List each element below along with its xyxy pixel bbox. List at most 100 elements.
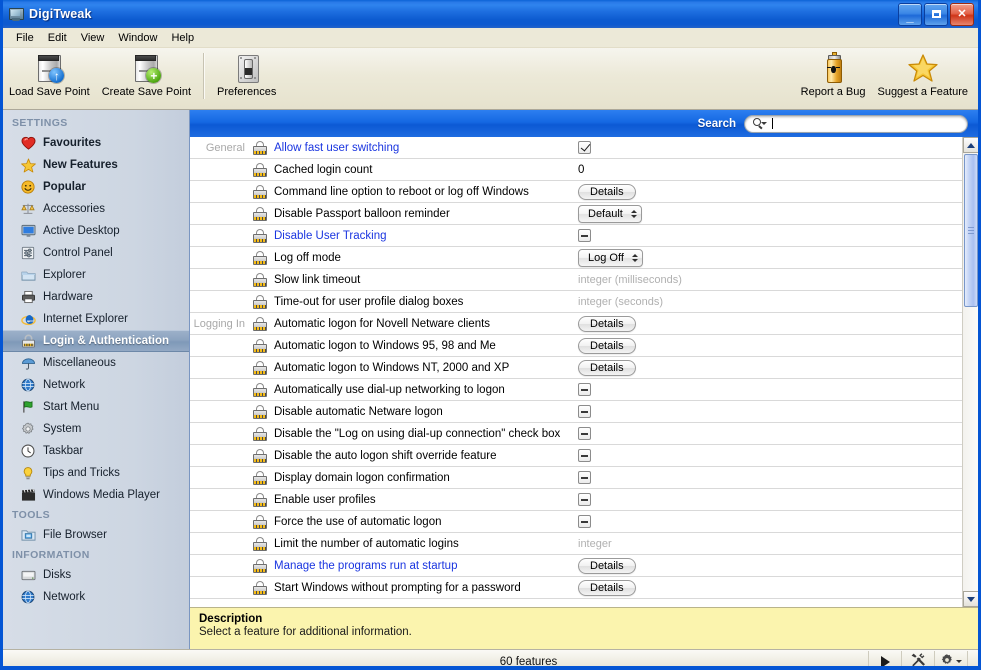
suggest-a-feature-button[interactable]: Suggest a Feature xyxy=(871,51,974,98)
row-feature-name[interactable]: Disable Passport balloon reminder xyxy=(274,208,578,220)
row-feature-name[interactable]: Display domain logon confirmation xyxy=(274,472,578,484)
table-row[interactable]: Limit the number of automatic logins inte… xyxy=(190,533,962,555)
sidebar-item-tips-and-tricks[interactable]: Tips and Tricks xyxy=(3,462,189,484)
table-row[interactable]: Time-out for user profile dialog boxes in… xyxy=(190,291,962,313)
row-feature-name[interactable]: Manage the programs run at startup xyxy=(274,560,578,572)
checkbox-checked[interactable] xyxy=(578,141,591,154)
sidebar-item-hardware[interactable]: Hardware xyxy=(3,286,189,308)
checkbox-mixed[interactable] xyxy=(578,471,591,484)
row-feature-name[interactable]: Automatic logon for Novell Netware clien… xyxy=(274,318,578,330)
row-feature-name[interactable]: Disable the auto logon shift override fe… xyxy=(274,450,578,462)
row-feature-name[interactable]: Command line option to reboot or log off… xyxy=(274,186,578,198)
table-row[interactable]: Automatic logon to Windows NT, 2000 and … xyxy=(190,357,962,379)
table-row[interactable]: Disable User Tracking xyxy=(190,225,962,247)
menu-view[interactable]: View xyxy=(74,30,112,46)
search-input[interactable] xyxy=(772,117,959,130)
table-row[interactable]: Disable the auto logon shift override fe… xyxy=(190,445,962,467)
checkbox-mixed[interactable] xyxy=(578,229,591,242)
table-row[interactable]: Logging In Automatic logon for Novell Net… xyxy=(190,313,962,335)
vertical-scrollbar[interactable] xyxy=(962,137,978,607)
table-row[interactable]: General Allow fast user switching xyxy=(190,137,962,159)
table-row[interactable]: Manage the programs run at startup Detail… xyxy=(190,555,962,577)
table-row[interactable]: Automatic logon to Windows 95, 98 and Me… xyxy=(190,335,962,357)
menu-window[interactable]: Window xyxy=(111,30,164,46)
table-row[interactable]: Slow link timeout integer (milliseconds) xyxy=(190,269,962,291)
checkbox-mixed[interactable] xyxy=(578,427,591,440)
row-feature-name[interactable]: Force the use of automatic logon xyxy=(274,516,578,528)
sidebar-item-windows-media-player[interactable]: Windows Media Player xyxy=(3,484,189,506)
table-row[interactable]: Disable Passport balloon reminder Default xyxy=(190,203,962,225)
checkbox-mixed[interactable] xyxy=(578,493,591,506)
value-placeholder[interactable]: integer (milliseconds) xyxy=(578,274,682,286)
search-field[interactable] xyxy=(744,114,968,133)
checkbox-mixed[interactable] xyxy=(578,449,591,462)
table-row[interactable]: Cached login count 0 xyxy=(190,159,962,181)
row-feature-name[interactable]: Enable user profiles xyxy=(274,494,578,506)
scroll-up-button[interactable] xyxy=(963,137,978,153)
row-feature-name[interactable]: Automatically use dial-up networking to … xyxy=(274,384,578,396)
settings-menu-button[interactable] xyxy=(934,650,968,666)
report-a-bug-button[interactable]: Report a Bug xyxy=(795,51,872,98)
sidebar-item-favourites[interactable]: Favourites xyxy=(3,132,189,154)
row-feature-name[interactable]: Disable User Tracking xyxy=(274,230,578,242)
sidebar-item-file-browser[interactable]: File Browser xyxy=(3,524,189,546)
search-icon[interactable] xyxy=(753,117,767,130)
row-feature-name[interactable]: Slow link timeout xyxy=(274,274,578,286)
sidebar-item-disks[interactable]: Disks xyxy=(3,564,189,586)
tools-button[interactable] xyxy=(901,650,934,666)
row-feature-name[interactable]: Disable automatic Netware logon xyxy=(274,406,578,418)
row-feature-name[interactable]: Limit the number of automatic logins xyxy=(274,538,578,550)
details-button[interactable]: Details xyxy=(578,359,636,376)
row-feature-name[interactable]: Cached login count xyxy=(274,164,578,176)
row-feature-name[interactable]: Automatic logon to Windows 95, 98 and Me xyxy=(274,340,578,352)
value-dropdown[interactable]: Default xyxy=(578,204,642,223)
details-button[interactable]: Details xyxy=(578,315,636,332)
scroll-down-button[interactable] xyxy=(963,591,978,607)
maximize-button[interactable] xyxy=(924,2,948,26)
table-row[interactable]: Automatically use dial-up networking to … xyxy=(190,379,962,401)
minimize-button[interactable]: _ xyxy=(898,2,922,26)
table-row[interactable]: Log off mode Log Off xyxy=(190,247,962,269)
close-button[interactable]: ✕ xyxy=(950,2,974,26)
sidebar-item-login-and-authentication[interactable]: Login & Authentication xyxy=(3,330,189,352)
value-dropdown[interactable]: Log Off xyxy=(578,248,643,267)
details-button[interactable]: Details xyxy=(578,337,636,354)
checkbox-mixed[interactable] xyxy=(578,405,591,418)
value-text[interactable]: 0 xyxy=(578,164,584,176)
load-save-point-button[interactable]: ↑ Load Save Point xyxy=(3,51,96,98)
create-save-point-button[interactable]: + Create Save Point xyxy=(96,51,197,98)
table-row[interactable]: Disable automatic Netware logon xyxy=(190,401,962,423)
table-row[interactable]: Force the use of automatic logon xyxy=(190,511,962,533)
sidebar-item-start-menu[interactable]: Start Menu xyxy=(3,396,189,418)
table-row[interactable]: Enable user profiles xyxy=(190,489,962,511)
checkbox-mixed[interactable] xyxy=(578,515,591,528)
value-placeholder[interactable]: integer xyxy=(578,538,612,550)
sidebar-item-explorer[interactable]: Explorer xyxy=(3,264,189,286)
row-feature-name[interactable]: Start Windows without prompting for a pa… xyxy=(274,582,578,594)
sidebar-item-miscellaneous[interactable]: Miscellaneous xyxy=(3,352,189,374)
sidebar-item-network[interactable]: Network xyxy=(3,374,189,396)
scrollbar-thumb[interactable] xyxy=(964,154,978,307)
menu-help[interactable]: Help xyxy=(164,30,201,46)
table-row[interactable]: Command line option to reboot or log off… xyxy=(190,181,962,203)
checkbox-mixed[interactable] xyxy=(578,383,591,396)
menu-edit[interactable]: Edit xyxy=(41,30,74,46)
value-placeholder[interactable]: integer (seconds) xyxy=(578,296,663,308)
table-row[interactable]: Display domain logon confirmation xyxy=(190,467,962,489)
sidebar-item-network-info[interactable]: Network xyxy=(3,586,189,608)
preferences-button[interactable]: Preferences xyxy=(211,51,282,98)
sidebar-item-popular[interactable]: Popular xyxy=(3,176,189,198)
sidebar-item-system[interactable]: System xyxy=(3,418,189,440)
sidebar-item-new-features[interactable]: New Features xyxy=(3,154,189,176)
sidebar-item-active-desktop[interactable]: Active Desktop xyxy=(3,220,189,242)
details-button[interactable]: Details xyxy=(578,579,636,596)
row-feature-name[interactable]: Allow fast user switching xyxy=(274,142,578,154)
details-button[interactable]: Details xyxy=(578,557,636,574)
row-feature-name[interactable]: Time-out for user profile dialog boxes xyxy=(274,296,578,308)
sidebar-item-accessories[interactable]: Accessories xyxy=(3,198,189,220)
row-feature-name[interactable]: Log off mode xyxy=(274,252,578,264)
details-button[interactable]: Details xyxy=(578,183,636,200)
table-row[interactable]: Disable the "Log on using dial-up connec… xyxy=(190,423,962,445)
row-feature-name[interactable]: Disable the "Log on using dial-up connec… xyxy=(274,428,578,440)
run-button[interactable] xyxy=(868,650,901,666)
